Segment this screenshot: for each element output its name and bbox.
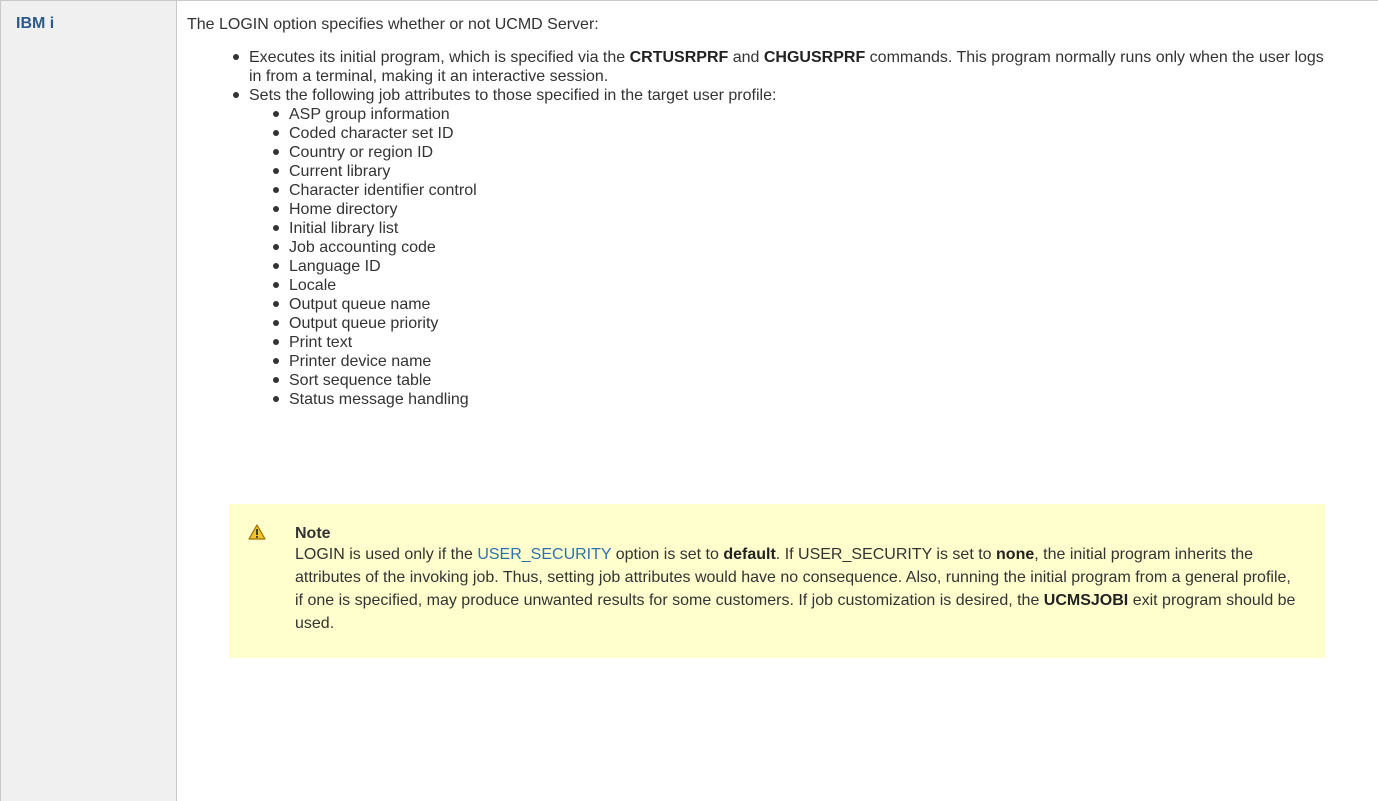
attribute-item: Printer device name <box>273 352 1378 371</box>
note-body: LOGIN is used only if the USER_SECURITY … <box>295 543 1301 635</box>
behavior-list: Executes its initial program, which is s… <box>187 48 1378 409</box>
attribute-item: Character identifier control <box>273 181 1378 200</box>
attribute-item: ASP group information <box>273 105 1378 124</box>
intro-text: The LOGIN option specifies whether or no… <box>187 16 599 33</box>
attribute-item: Status message handling <box>273 390 1378 409</box>
attribute-item: Output queue name <box>273 295 1378 314</box>
attribute-item: Job accounting code <box>273 238 1378 257</box>
list-item: Sets the following job attributes to tho… <box>233 86 1378 409</box>
user-security-link[interactable]: USER_SECURITY <box>477 546 611 563</box>
note-panel: Note LOGIN is used only if the USER_SECU… <box>229 504 1325 658</box>
attribute-list: ASP group information Coded character set… <box>249 105 1378 409</box>
text-fragment: option is set to <box>611 546 724 563</box>
attribute-item: Current library <box>273 162 1378 181</box>
exit-program-name: UCMSJOBI <box>1043 592 1129 609</box>
text-fragment: . If USER_SECURITY is set to <box>775 546 997 563</box>
attribute-item: Locale <box>273 276 1378 295</box>
description-cell: The LOGIN option specifies whether or no… <box>177 1 1378 801</box>
value-none: none <box>996 546 1035 563</box>
attribute-item: Country or region ID <box>273 143 1378 162</box>
attribute-item: Print text <box>273 333 1378 352</box>
initial-program-text: Executes its initial program, which is s… <box>249 48 1339 86</box>
attribute-item: Output queue priority <box>273 314 1378 333</box>
list-item: Executes its initial program, which is s… <box>233 48 1378 86</box>
job-attributes-text: Sets the following job attributes to tho… <box>249 87 777 104</box>
option-table: IBM i The LOGIN option specifies whether… <box>0 0 1378 801</box>
note-title: Note <box>295 525 331 542</box>
attribute-item: Initial library list <box>273 219 1378 238</box>
command-name: CRTUSRPRF <box>629 49 729 66</box>
command-name: CHGUSRPRF <box>763 49 866 66</box>
attribute-item: Home directory <box>273 200 1378 219</box>
warning-icon <box>248 524 266 540</box>
text-fragment: LOGIN is used only if the <box>295 546 478 563</box>
text-fragment: Executes its initial program, which is s… <box>249 49 630 66</box>
attribute-item: Sort sequence table <box>273 371 1378 390</box>
attribute-item: Coded character set ID <box>273 124 1378 143</box>
value-default: default <box>723 546 776 563</box>
text-fragment: and <box>728 49 764 66</box>
platform-header-cell: IBM i <box>1 1 177 801</box>
attribute-item: Language ID <box>273 257 1378 276</box>
platform-label: IBM i <box>16 15 55 32</box>
